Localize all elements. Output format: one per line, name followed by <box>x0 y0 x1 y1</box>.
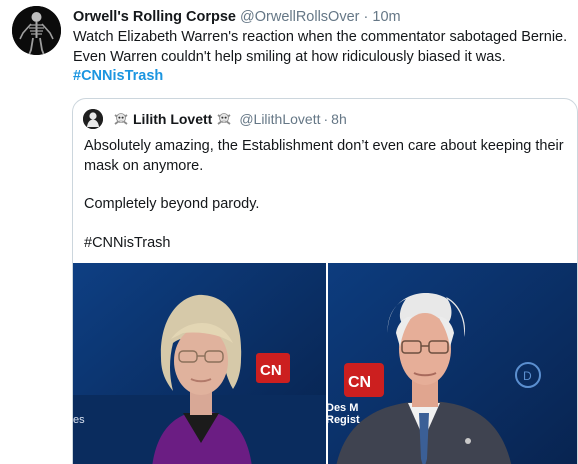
media-left-caption: es <box>73 414 85 426</box>
quoted-media[interactable]: CN es D CN Des M Regist <box>73 263 577 464</box>
svg-text:D: D <box>523 369 532 383</box>
media-image-right[interactable]: D CN Des M Regist <box>328 263 577 464</box>
tweet-header: Orwell's Rolling Corpse @OrwellRollsOver… <box>73 8 401 26</box>
separator-dot: · <box>323 111 329 127</box>
skeleton-avatar-icon <box>12 6 61 55</box>
user-avatar[interactable] <box>12 6 61 55</box>
quoted-author-name[interactable]: Lilith Lovett <box>133 110 212 128</box>
tweet-text: Watch Elizabeth Warren's reaction when t… <box>73 29 568 65</box>
tweet-timestamp[interactable]: 10m <box>372 9 400 25</box>
skull-crossbones-icon <box>216 111 232 127</box>
quoted-paragraph: Absolutely amazing, the Establishment do… <box>84 138 564 174</box>
quoted-paragraph: Completely beyond parody. <box>84 196 260 212</box>
svg-text:CN: CN <box>260 362 282 379</box>
media-right-caption: Des M Regist <box>328 402 360 426</box>
hashtag-link[interactable]: #CNNisTrash <box>73 68 163 84</box>
tweet[interactable]: Orwell's Rolling Corpse @OrwellRollsOver… <box>0 0 578 464</box>
quoted-timestamp[interactable]: 8h <box>331 110 347 128</box>
skull-crossbones-icon <box>113 111 129 127</box>
quoted-tweet[interactable]: Lilith Lovett @LilithLovett · 8h Absolut… <box>72 98 578 464</box>
tweet-body: Watch Elizabeth Warren's reaction when t… <box>73 28 568 87</box>
svg-text:CN: CN <box>348 374 371 391</box>
author-handle[interactable]: @OrwellRollsOver <box>240 9 359 25</box>
quoted-tweet-body: Absolutely amazing, the Establishment do… <box>84 137 568 272</box>
quoted-author-avatar[interactable] <box>83 109 103 129</box>
quoted-tweet-header: Lilith Lovett @LilithLovett · 8h <box>83 109 347 129</box>
author-name[interactable]: Orwell's Rolling Corpse <box>73 9 236 25</box>
quoted-author-handle[interactable]: @LilithLovett <box>239 110 320 128</box>
quoted-hashtag-link[interactable]: #CNNisTrash <box>84 234 568 254</box>
separator-dot: · <box>363 9 369 25</box>
media-image-left[interactable]: CN es <box>73 263 326 464</box>
